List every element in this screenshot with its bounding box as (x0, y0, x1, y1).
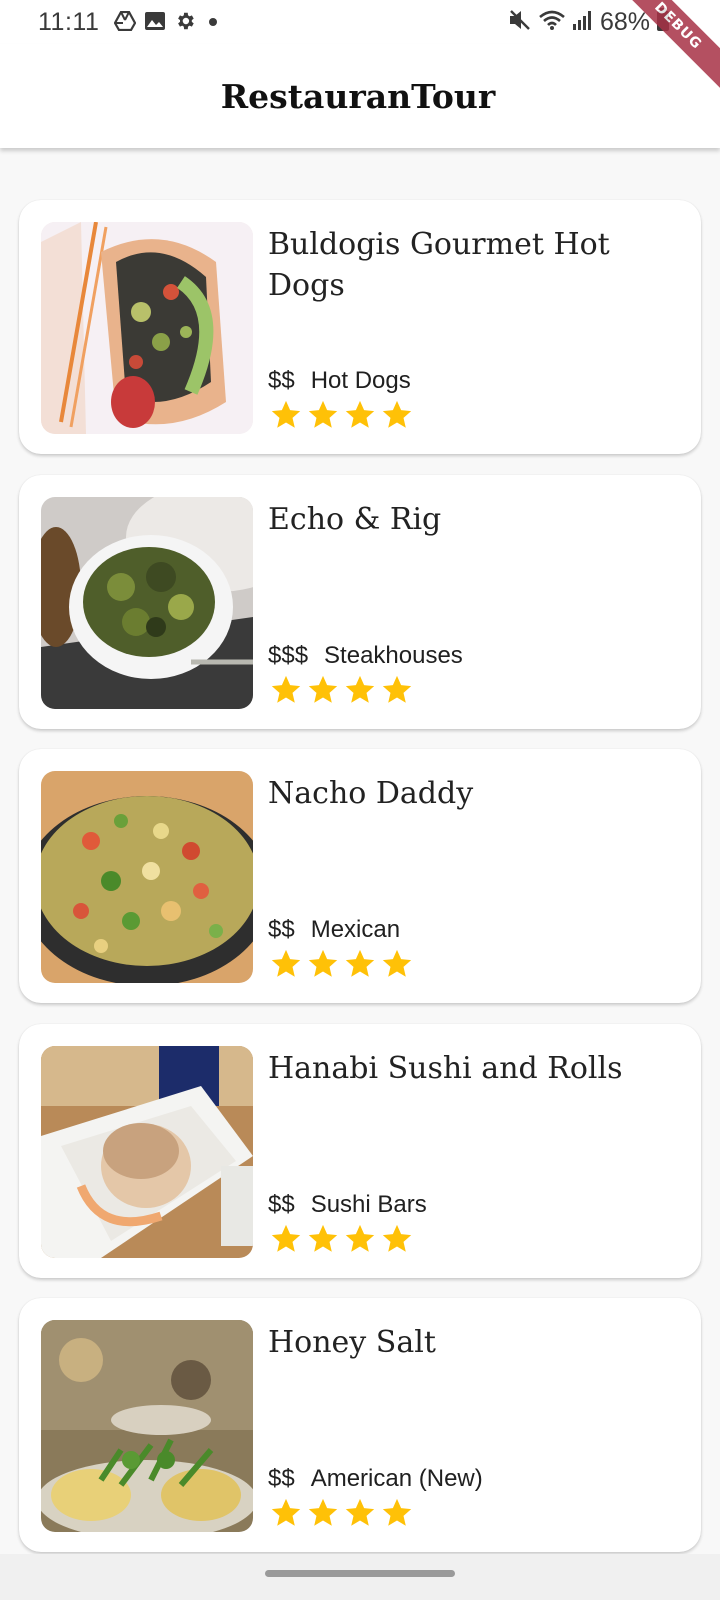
price-level: $$ (268, 1191, 295, 1218)
restaurant-meta: $$ Sushi Bars (268, 1191, 427, 1219)
star-icon (343, 398, 377, 432)
app-title: RestauranTour (220, 76, 496, 116)
restaurant-card[interactable]: Honey Salt $$ American (New) (19, 1298, 701, 1552)
hot-dog-photo (41, 222, 253, 434)
star-icon (269, 673, 303, 707)
star-rating (269, 947, 414, 981)
star-icon (269, 947, 303, 981)
category-label: Steakhouses (324, 642, 463, 669)
signal-icon (572, 9, 594, 36)
price-level: $$ (268, 1465, 295, 1492)
sushi-photo (41, 1046, 253, 1258)
category-label: Hot Dogs (310, 367, 411, 394)
star-icon (380, 1222, 414, 1256)
price-level: $$$ (268, 642, 309, 669)
restaurant-meta: $$$ Steakhouses (268, 642, 463, 670)
star-icon (306, 1496, 340, 1530)
restaurant-meta: $$ Mexican (268, 916, 400, 944)
status-left-icons (114, 10, 222, 32)
star-rating (269, 398, 414, 432)
star-icon (343, 947, 377, 981)
price-level: $$ (268, 916, 295, 943)
status-time: 11:11 (38, 8, 100, 36)
star-icon (269, 1496, 303, 1530)
category-label: Mexican (310, 916, 401, 943)
star-icon (269, 1222, 303, 1256)
gesture-handle[interactable] (265, 1570, 455, 1577)
status-bar: 11:11 68% (0, 0, 720, 44)
restaurant-card[interactable]: Echo & Rig $$$ Steakhouses (19, 475, 701, 729)
star-icon (380, 947, 414, 981)
price-level: $$ (268, 367, 295, 394)
restaurant-card[interactable]: Buldogis Gourmet Hot Dogs $$ Hot Dogs (19, 200, 701, 454)
star-icon (343, 673, 377, 707)
restaurant-name: Buldogis Gourmet Hot Dogs (268, 227, 610, 303)
restaurant-list[interactable]: Buldogis Gourmet Hot Dogs $$ Hot Dogs Ec… (0, 148, 720, 1554)
restaurant-meta: $$ American (New) (268, 1465, 483, 1493)
star-icon (269, 398, 303, 432)
mute-icon (508, 9, 532, 36)
star-icon (306, 947, 340, 981)
star-icon (306, 1222, 340, 1256)
eggs-benedict-photo (41, 1320, 253, 1532)
app-bar: RestauranTour (0, 44, 720, 148)
category-label: American (New) (310, 1465, 483, 1492)
star-icon (380, 398, 414, 432)
settings-icon (174, 10, 196, 32)
star-icon (380, 1496, 414, 1530)
star-rating (269, 673, 414, 707)
restaurant-card[interactable]: Hanabi Sushi and Rolls $$ Sushi Bars (19, 1024, 701, 1278)
navigation-bar (0, 1554, 720, 1600)
restaurant-name: Nacho Daddy (268, 776, 474, 811)
restaurant-meta: $$ Hot Dogs (268, 367, 411, 395)
restaurant-card[interactable]: Nacho Daddy $$ Mexican (19, 749, 701, 1003)
star-icon (306, 673, 340, 707)
dot-icon (204, 11, 222, 31)
category-label: Sushi Bars (310, 1191, 427, 1218)
star-icon (306, 398, 340, 432)
nachos-photo (41, 771, 253, 983)
restaurant-name: Honey Salt (268, 1325, 436, 1360)
image-icon (144, 11, 166, 31)
star-icon (343, 1222, 377, 1256)
star-rating (269, 1496, 414, 1530)
star-icon (343, 1496, 377, 1530)
drive-icon (114, 11, 136, 31)
star-rating (269, 1222, 414, 1256)
wifi-icon (538, 9, 566, 36)
restaurant-name: Hanabi Sushi and Rolls (268, 1051, 623, 1086)
brussels-sprouts-photo (41, 497, 253, 709)
battery-percent: 68% (599, 8, 650, 36)
restaurant-name: Echo & Rig (268, 502, 442, 537)
star-icon (380, 673, 414, 707)
